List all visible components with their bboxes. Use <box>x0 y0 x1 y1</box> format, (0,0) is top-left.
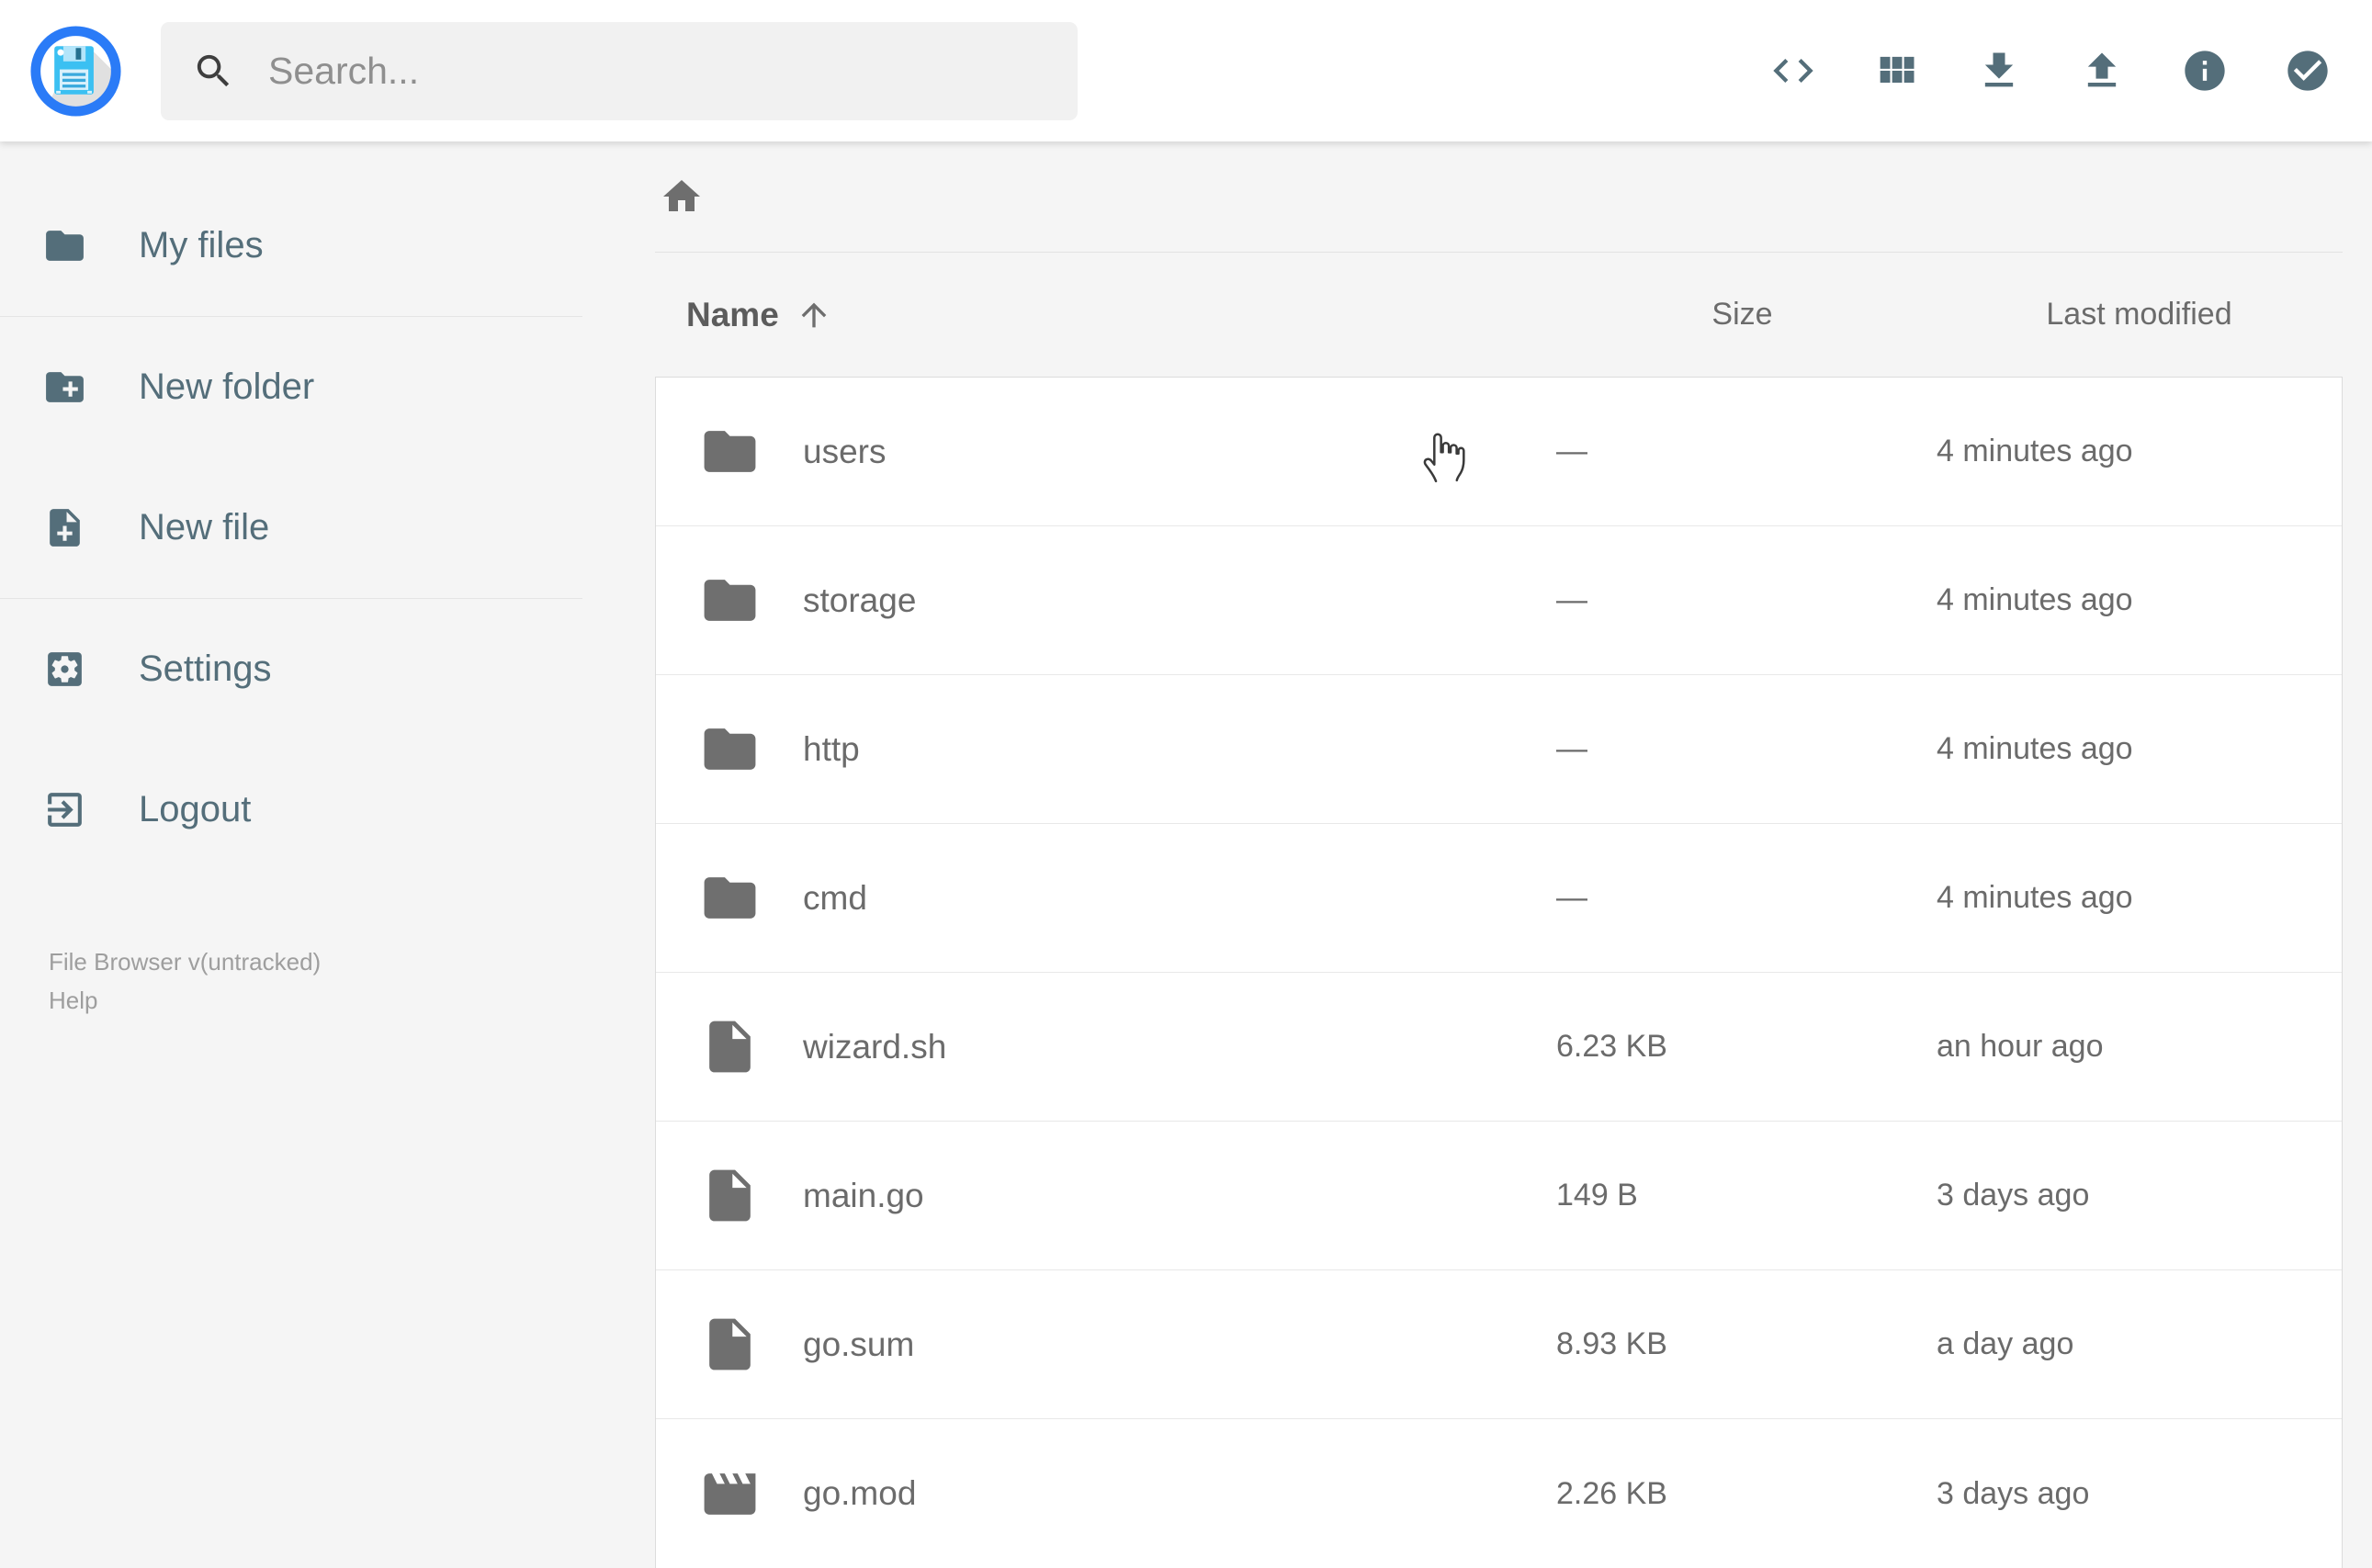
home-icon <box>663 180 700 211</box>
sort-by-size-header[interactable]: Size <box>1553 297 1929 333</box>
sidebar-item-new-file[interactable]: New file <box>0 457 582 598</box>
sidebar-footer: File Browser v(untracked) Help <box>0 946 582 1017</box>
filebrowser-app: { "app": { "name": "File Browser" }, "co… <box>0 0 2372 1568</box>
file-row[interactable]: cmd — 4 minutes ago <box>656 824 2342 973</box>
file-row[interactable]: go.mod 2.26 KB 3 days ago <box>656 1419 2342 1568</box>
sidebar-item-label: New folder <box>139 367 315 407</box>
sidebar: My files New folder New file Settings Lo… <box>0 141 582 1525</box>
file-name: users <box>803 432 887 470</box>
search-icon <box>197 54 230 86</box>
sidebar-item-label: Settings <box>139 649 272 689</box>
content-area: My files New folder New file Settings Lo… <box>0 141 2372 1568</box>
sidebar-item-logout[interactable]: Logout <box>0 739 582 880</box>
top-header <box>0 0 2372 141</box>
file-modified: 4 minutes ago <box>1937 880 2133 915</box>
info-button[interactable] <box>2181 47 2229 95</box>
file-name: go.sum <box>803 1325 915 1363</box>
folder-icon <box>704 728 756 770</box>
info-icon <box>2185 51 2225 91</box>
check-circle-icon <box>2287 51 2328 91</box>
sidebar-item-new-folder[interactable]: New folder <box>0 317 582 457</box>
shell-button[interactable] <box>1769 47 1817 95</box>
logout-icon <box>48 793 82 827</box>
file-size: 2.26 KB <box>1556 1475 1667 1511</box>
select-multiple-button[interactable] <box>2284 47 2332 95</box>
file-modified: a day ago <box>1937 1326 2074 1361</box>
file-name-cell: main.go <box>656 1165 1553 1226</box>
file-modified: an hour ago <box>1937 1029 2104 1064</box>
folder-icon <box>46 231 84 261</box>
file-size: — <box>1556 434 1587 468</box>
arrow-upward-icon <box>801 302 827 327</box>
folder-icon <box>704 877 756 919</box>
sidebar-item-label: Logout <box>139 789 252 829</box>
file-size: — <box>1556 731 1587 766</box>
sidebar-item-my-files[interactable]: My files <box>0 175 582 316</box>
file-name-cell: storage <box>656 570 1553 631</box>
file-name-cell: go.mod <box>656 1463 1553 1525</box>
app-logo[interactable] <box>29 25 122 118</box>
new-file-icon <box>50 509 80 547</box>
file-name: main.go <box>803 1176 924 1214</box>
app-version: File Browser v(untracked) <box>49 948 322 976</box>
movie-icon <box>704 1472 756 1515</box>
file-modified: 4 minutes ago <box>1937 731 2133 766</box>
file-name-cell: wizard.sh <box>656 1016 1553 1077</box>
search-bar[interactable] <box>161 21 1078 120</box>
switch-view-button[interactable] <box>1872 47 1920 95</box>
file-row[interactable]: go.sum 8.93 KB a day ago <box>656 1270 2342 1419</box>
folder-icon <box>704 580 756 621</box>
breadcrumb <box>582 141 2372 252</box>
grid-view-icon <box>1880 56 1915 83</box>
download-icon <box>1984 52 2014 87</box>
file-row[interactable]: main.go 149 B 3 days ago <box>656 1122 2342 1270</box>
file-name: storage <box>803 581 917 619</box>
file-listing-area: Name Size Last modified users — 4 minute… <box>582 141 2372 1568</box>
file-listing: users — 4 minutes ago storage — 4 minute… <box>655 377 2343 1568</box>
sidebar-item-settings[interactable]: Settings <box>0 599 582 739</box>
file-name-cell: go.sum <box>656 1314 1553 1375</box>
folder-icon <box>704 431 756 472</box>
file-name: http <box>803 729 860 768</box>
file-name-cell: users <box>656 421 1553 482</box>
help-link[interactable]: Help <box>49 987 97 1015</box>
breadcrumb-home-button[interactable] <box>660 175 704 219</box>
file-icon <box>709 1021 751 1073</box>
file-name: wizard.sh <box>803 1027 947 1066</box>
sidebar-item-label: My files <box>139 225 264 265</box>
file-size: 8.93 KB <box>1556 1326 1667 1361</box>
file-modified: 3 days ago <box>1937 1178 2090 1213</box>
file-modified: 4 minutes ago <box>1937 582 2133 617</box>
file-size: 149 B <box>1556 1178 1638 1213</box>
file-name-cell: http <box>656 718 1553 780</box>
file-name: cmd <box>803 878 867 917</box>
floppy-disk-logo-icon <box>29 25 122 118</box>
code-icon <box>1773 59 1813 83</box>
settings-icon <box>48 652 82 686</box>
file-size: — <box>1556 880 1587 915</box>
file-size: 6.23 KB <box>1556 1029 1667 1064</box>
listing-header: Name Size Last modified <box>655 253 2343 377</box>
file-row[interactable]: wizard.sh 6.23 KB an hour ago <box>656 973 2342 1122</box>
file-name-cell: cmd <box>656 867 1553 929</box>
header-toolbar <box>1769 47 2332 95</box>
file-modified: 4 minutes ago <box>1937 434 2133 468</box>
upload-icon <box>2087 52 2117 87</box>
file-size: — <box>1556 582 1587 617</box>
file-modified: 3 days ago <box>1937 1475 2090 1511</box>
sort-by-modified-header[interactable]: Last modified <box>1929 297 2343 333</box>
file-row[interactable]: storage — 4 minutes ago <box>656 526 2342 675</box>
file-name: go.mod <box>803 1474 917 1512</box>
search-input[interactable] <box>268 49 1050 93</box>
file-icon <box>709 1318 751 1371</box>
sort-by-name-header[interactable]: Name <box>655 296 1553 334</box>
new-folder-icon <box>46 372 84 402</box>
file-row[interactable]: users — 4 minutes ago <box>656 378 2342 526</box>
file-row[interactable]: http — 4 minutes ago <box>656 675 2342 824</box>
sidebar-item-label: New file <box>139 507 270 547</box>
file-icon <box>709 1169 751 1222</box>
download-button[interactable] <box>1975 47 2023 95</box>
upload-button[interactable] <box>2078 47 2126 95</box>
column-name-label: Name <box>686 295 779 333</box>
